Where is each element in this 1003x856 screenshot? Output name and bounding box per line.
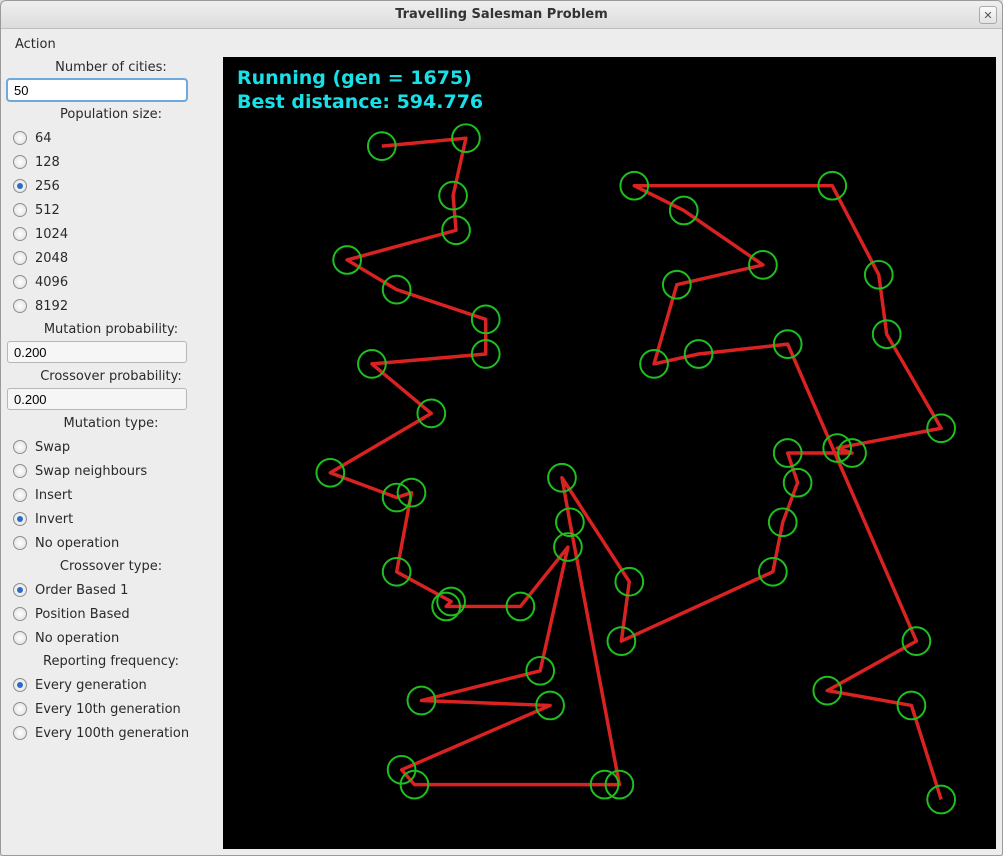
- radio-icon: [13, 631, 27, 645]
- label-num-cities: Number of cities:: [7, 57, 215, 78]
- radio-icon: [13, 702, 27, 716]
- radio-muttype-no-operation[interactable]: No operation: [7, 531, 215, 555]
- radio-label: Insert: [35, 488, 72, 503]
- radio-label: 256: [35, 179, 60, 194]
- radio-xotype-position-based[interactable]: Position Based: [7, 602, 215, 626]
- radio-icon: [13, 678, 27, 692]
- input-crossover-prob[interactable]: [7, 388, 187, 410]
- client-area: Action Number of cities: Population size…: [1, 29, 1002, 855]
- radio-group-report-freq: Every generation Every 10th generation Eve…: [7, 673, 215, 745]
- tour-svg: [223, 57, 996, 849]
- radio-icon: [13, 275, 27, 289]
- tsp-canvas: Running (gen = 1675) Best distance: 594.…: [223, 57, 996, 849]
- radio-freq-every-generation[interactable]: Every generation: [7, 673, 215, 697]
- close-icon: ✕: [983, 9, 992, 22]
- radio-muttype-insert[interactable]: Insert: [7, 483, 215, 507]
- radio-icon: [13, 131, 27, 145]
- label-mutation-prob: Mutation probability:: [7, 319, 215, 340]
- radio-icon: [13, 488, 27, 502]
- radio-label: 128: [35, 155, 60, 170]
- radio-icon: [13, 536, 27, 550]
- radio-freq-every-100th-generation[interactable]: Every 100th generation: [7, 721, 215, 745]
- radio-icon: [13, 155, 27, 169]
- radio-icon: [13, 179, 27, 193]
- radio-label: 1024: [35, 227, 68, 242]
- radio-label: Swap: [35, 440, 70, 455]
- radio-label: Every 100th generation: [35, 726, 189, 741]
- menubar: Action: [7, 33, 996, 55]
- radio-label: 4096: [35, 275, 68, 290]
- radio-label: Every generation: [35, 678, 147, 693]
- radio-popsize-4096[interactable]: 4096: [7, 270, 215, 294]
- radio-label: Swap neighbours: [35, 464, 147, 479]
- menu-action[interactable]: Action: [9, 35, 62, 54]
- radio-label: 64: [35, 131, 52, 146]
- input-num-cities[interactable]: [7, 79, 187, 101]
- tour-path: [330, 138, 941, 799]
- radio-label: No operation: [35, 536, 119, 551]
- label-pop-size: Population size:: [7, 104, 215, 125]
- radio-icon: [13, 251, 27, 265]
- radio-freq-every-10th-generation[interactable]: Every 10th generation: [7, 697, 215, 721]
- radio-popsize-1024[interactable]: 1024: [7, 222, 215, 246]
- radio-icon: [13, 227, 27, 241]
- label-mutation-type: Mutation type:: [7, 413, 215, 434]
- body: Number of cities: Population size: 64 128…: [7, 57, 996, 849]
- radio-popsize-8192[interactable]: 8192: [7, 294, 215, 318]
- radio-icon: [13, 464, 27, 478]
- radio-muttype-invert[interactable]: Invert: [7, 507, 215, 531]
- titlebar: Travelling Salesman Problem ✕: [1, 1, 1002, 29]
- window-close-button[interactable]: ✕: [979, 6, 997, 24]
- label-crossover-type: Crossover type:: [7, 556, 215, 577]
- radio-popsize-128[interactable]: 128: [7, 150, 215, 174]
- radio-label: Invert: [35, 512, 73, 527]
- radio-icon: [13, 512, 27, 526]
- radio-popsize-512[interactable]: 512: [7, 198, 215, 222]
- radio-popsize-64[interactable]: 64: [7, 126, 215, 150]
- radio-group-mutation-type: Swap Swap neighbours Insert Invert No operat…: [7, 435, 215, 555]
- input-mutation-prob[interactable]: [7, 341, 187, 363]
- radio-label: 2048: [35, 251, 68, 266]
- radio-icon: [13, 203, 27, 217]
- radio-label: 512: [35, 203, 60, 218]
- radio-label: Order Based 1: [35, 583, 128, 598]
- radio-icon: [13, 440, 27, 454]
- radio-label: 8192: [35, 299, 68, 314]
- radio-popsize-256[interactable]: 256: [7, 174, 215, 198]
- radio-popsize-2048[interactable]: 2048: [7, 246, 215, 270]
- radio-icon: [13, 583, 27, 597]
- radio-muttype-swap-neighbours[interactable]: Swap neighbours: [7, 459, 215, 483]
- radio-xotype-no-operation[interactable]: No operation: [7, 626, 215, 650]
- radio-label: No operation: [35, 631, 119, 646]
- window-title: Travelling Salesman Problem: [395, 7, 608, 22]
- label-report-freq: Reporting frequency:: [7, 651, 215, 672]
- radio-icon: [13, 726, 27, 740]
- radio-label: Position Based: [35, 607, 130, 622]
- radio-xotype-order-based-1[interactable]: Order Based 1: [7, 578, 215, 602]
- radio-group-crossover-type: Order Based 1 Position Based No operation: [7, 578, 215, 650]
- radio-icon: [13, 299, 27, 313]
- label-crossover-prob: Crossover probability:: [7, 366, 215, 387]
- radio-group-pop-size: 64 128 256 512 1024 2048 4096 8192: [7, 126, 215, 318]
- sidebar: Number of cities: Population size: 64 128…: [7, 57, 217, 849]
- radio-label: Every 10th generation: [35, 702, 181, 717]
- radio-muttype-swap[interactable]: Swap: [7, 435, 215, 459]
- radio-icon: [13, 607, 27, 621]
- app-window: Travelling Salesman Problem ✕ Action Num…: [0, 0, 1003, 856]
